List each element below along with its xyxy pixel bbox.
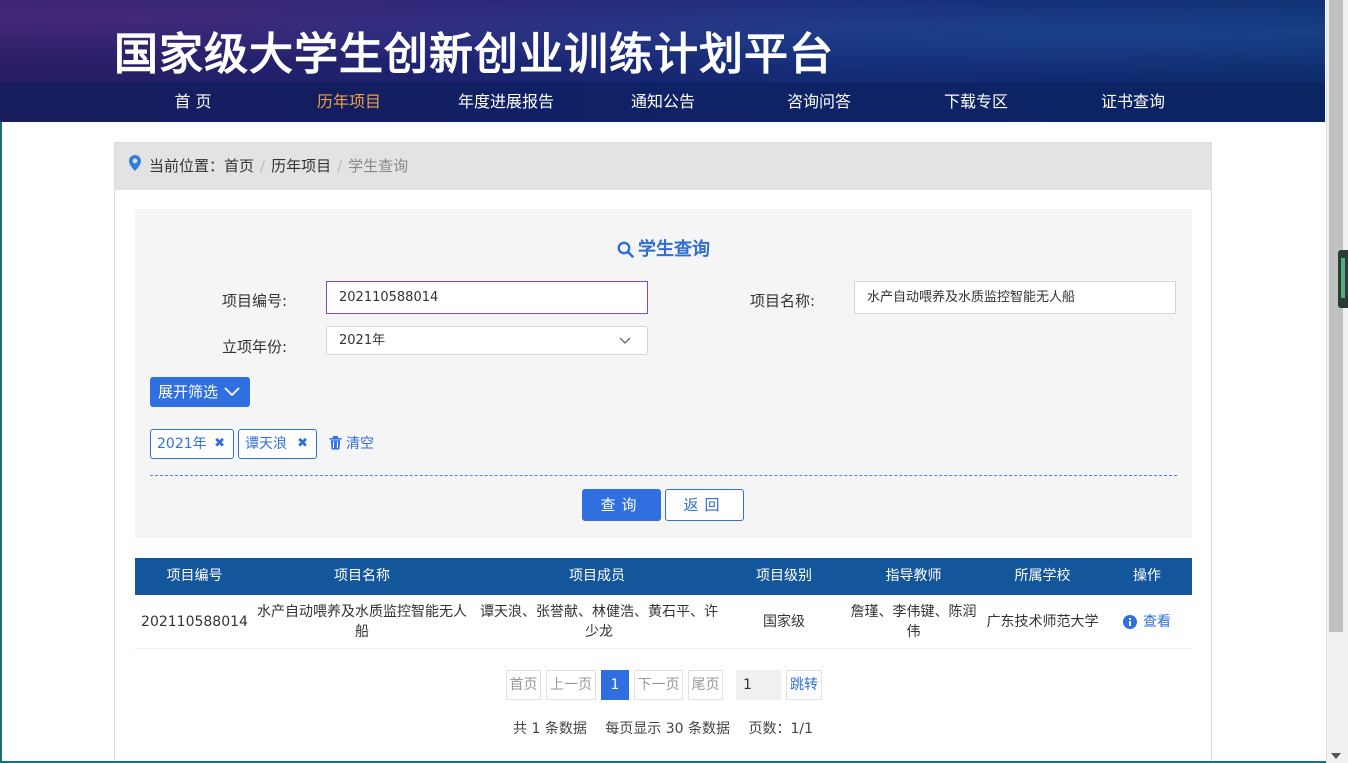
cell-school: 广东技术师范大学: [986, 614, 1099, 630]
breadcrumb-prefix: 当前位置：: [149, 157, 225, 175]
chevron-down-icon: [224, 387, 240, 397]
nav-item-annual-report[interactable]: 年度进展报告: [441, 82, 571, 122]
year-label: 立项年份:: [222, 338, 288, 356]
content-box: 当前位置：首页 / 历年项目 / 学生查询 学生查询 项目编号: 20211058801…: [114, 142, 1212, 763]
page-count: 页数：1/1: [748, 721, 813, 737]
cell-members: 谭天浪、张誉献、林健浩、黄石平、许少龙: [480, 604, 718, 640]
breadcrumb-separator: /: [260, 157, 266, 175]
nav-item-certificate[interactable]: 证书查询: [1068, 82, 1198, 122]
project-name-label: 项目名称:: [750, 292, 816, 310]
remove-tag-icon[interactable]: ✖: [214, 430, 225, 458]
info-icon: [1123, 615, 1137, 629]
cell-project-name: 水产自动喂养及水质监控智能无人船: [257, 604, 467, 640]
view-button[interactable]: 查看: [1102, 595, 1192, 649]
total-count: 共 1 条数据: [513, 721, 587, 737]
query-button[interactable]: 查询: [582, 489, 661, 521]
clear-label: 清空: [346, 436, 374, 452]
page-jump-input[interactable]: 1: [736, 670, 781, 700]
nav-item-notices[interactable]: 通知公告: [598, 82, 728, 122]
expand-filter-label: 展开筛选: [158, 383, 219, 401]
breadcrumb-separator: /: [337, 157, 343, 175]
breadcrumb-home[interactable]: 首页: [224, 157, 254, 175]
project-number-label: 项目编号:: [222, 292, 288, 310]
expand-filter-button[interactable]: 展开筛选: [150, 377, 250, 407]
search-panel-title: 学生查询: [135, 235, 1192, 261]
table-row: 202110588014 水产自动喂养及水质监控智能无人船 谭天浪、张誉献、林健…: [135, 595, 1192, 649]
per-page-count: 每页显示 30 条数据: [605, 721, 730, 737]
view-label: 查看: [1143, 614, 1171, 630]
clear-filters-button[interactable]: 清空: [329, 429, 374, 459]
chevron-down-icon: [619, 337, 631, 344]
site-title: 国家级大学生创新创业训练计划平台: [114, 29, 834, 80]
column-header: 项目编号: [166, 568, 223, 584]
scroll-down-arrow-icon[interactable]: [1331, 753, 1341, 759]
breadcrumb-current: 学生查询: [348, 157, 409, 175]
filter-tag: 谭天浪 ✖: [238, 429, 317, 459]
column-header: 所属学校: [1014, 568, 1071, 584]
filter-tag: 2021年 ✖: [150, 429, 234, 459]
vertical-scrollbar[interactable]: [1326, 0, 1348, 763]
side-panel-handle[interactable]: [1338, 250, 1348, 308]
filter-tag-label: 2021年: [157, 436, 207, 452]
column-header: 项目名称: [334, 568, 390, 584]
divider: [150, 475, 1177, 476]
nav-item-qa[interactable]: 咨询问答: [754, 82, 884, 122]
year-select[interactable]: 2021年: [326, 326, 648, 355]
next-page-button[interactable]: 下一页: [634, 670, 683, 700]
results-table: 项目编号 项目名称 项目成员 项目级别 指导教师 所属学校 操作 2021105…: [135, 558, 1192, 649]
search-title-text: 学生查询: [638, 239, 710, 260]
column-header: 指导教师: [885, 568, 942, 584]
page-left-border: [0, 122, 2, 763]
nav-item-past-projects[interactable]: 历年项目: [284, 82, 414, 122]
search-panel: 学生查询 项目编号: 202110588014 项目名称: 水产自动喂养及水质监…: [135, 209, 1192, 538]
column-header: 项目级别: [756, 568, 812, 584]
first-page-button[interactable]: 首页: [506, 670, 541, 700]
column-header: 操作: [1133, 568, 1161, 584]
back-button[interactable]: 返回: [665, 489, 744, 521]
pagination-summary: 共 1 条数据 每页显示 30 条数据 页数：1/1: [115, 718, 1211, 738]
page-jump-button[interactable]: 跳转: [786, 670, 822, 700]
prev-page-button[interactable]: 上一页: [546, 670, 596, 700]
project-name-input[interactable]: 水产自动喂养及水质监控智能无人船: [854, 281, 1176, 314]
filter-tag-label: 谭天浪: [245, 436, 287, 452]
breadcrumb: 当前位置：首页 / 历年项目 / 学生查询: [115, 143, 1211, 190]
year-select-value: 2021年: [339, 333, 386, 348]
cell-advisors: 詹瑾、李伟键、陈润伟: [850, 604, 977, 640]
breadcrumb-section[interactable]: 历年项目: [271, 157, 331, 175]
remove-tag-icon[interactable]: ✖: [297, 430, 308, 458]
main-nav: 首 页 历年项目 年度进展报告 通知公告 咨询问答 下载专区 证书查询: [0, 82, 1325, 122]
scrollbar-thumb[interactable]: [1329, 0, 1343, 632]
pagination: 首页 上一页 1 下一页 尾页 1 跳转: [115, 670, 1211, 700]
nav-item-home[interactable]: 首 页: [128, 82, 258, 122]
nav-item-downloads[interactable]: 下载专区: [911, 82, 1041, 122]
map-pin-icon: [129, 143, 141, 190]
project-number-input[interactable]: 202110588014: [326, 281, 648, 314]
column-header: 项目成员: [569, 568, 625, 584]
trash-icon: [329, 436, 342, 450]
table-header: 项目编号 项目名称 项目成员 项目级别 指导教师 所属学校 操作: [135, 558, 1192, 595]
site-header: 国家级大学生创新创业训练计划平台 首 页 历年项目 年度进展报告 通知公告 咨询…: [0, 0, 1325, 122]
cell-level: 国家级: [763, 614, 805, 630]
cell-project-number: 202110588014: [141, 614, 248, 630]
search-icon: [617, 241, 634, 258]
page-number-button[interactable]: 1: [601, 670, 629, 700]
last-page-button[interactable]: 尾页: [688, 670, 723, 700]
